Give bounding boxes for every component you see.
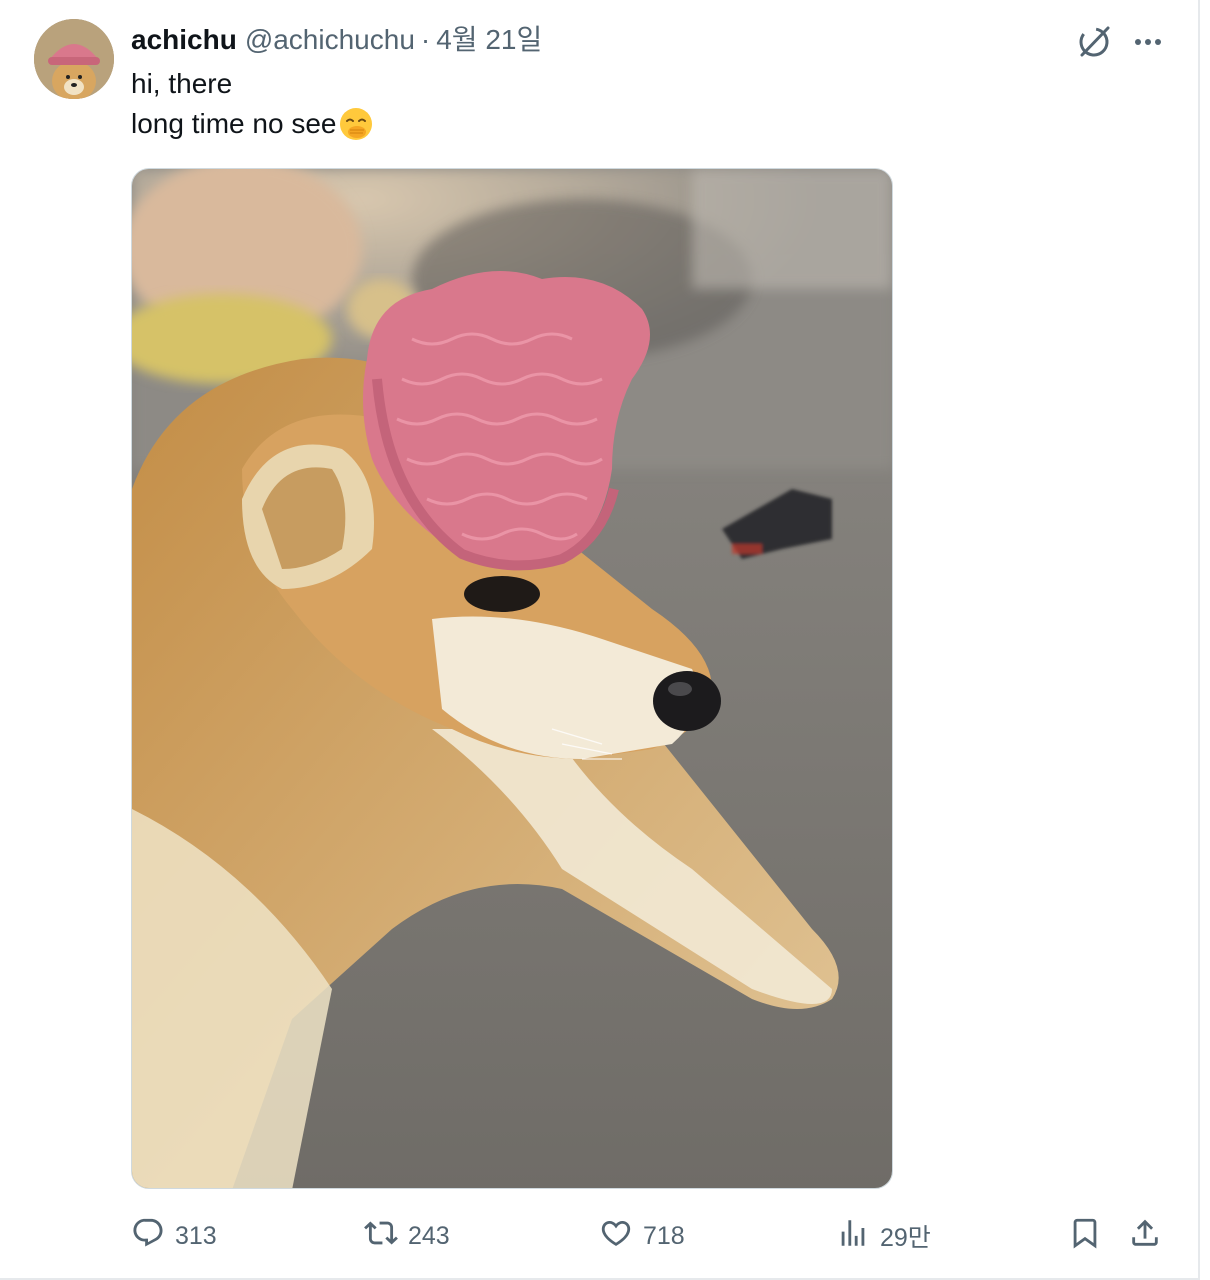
like-button[interactable]: 718 (599, 1216, 685, 1256)
share-button[interactable] (1128, 1216, 1162, 1256)
post-card[interactable]: achichu @achichuchu · 4월 21일 hi, there l… (0, 0, 1200, 1280)
header-separator: · (420, 24, 431, 55)
bookmark-button[interactable] (1068, 1216, 1102, 1256)
repost-button[interactable]: 243 (364, 1216, 450, 1256)
more-icon[interactable] (1128, 22, 1168, 62)
post-header: achichu @achichuchu · 4월 21일 (131, 22, 542, 58)
post-text-line-2: long time no see (131, 106, 374, 142)
repost-icon (364, 1216, 398, 1257)
views-button[interactable]: 29만 (836, 1216, 931, 1256)
share-icon (1128, 1216, 1162, 1257)
reply-count: 313 (175, 1221, 217, 1250)
dog-photo-image (132, 169, 892, 1188)
reply-icon (131, 1216, 165, 1257)
author-display-name[interactable]: achichu (131, 22, 237, 58)
reply-button[interactable]: 313 (131, 1216, 217, 1256)
post-date[interactable]: 4월 21일 (436, 22, 542, 58)
grok-icon[interactable] (1074, 22, 1114, 62)
author-avatar[interactable] (34, 19, 114, 99)
post-text-line-1: hi, there (131, 68, 233, 99)
post-text-line-2-label: long time no see (131, 108, 337, 139)
like-icon (599, 1216, 633, 1257)
avatar-image (34, 19, 114, 99)
bookmark-icon (1068, 1216, 1102, 1257)
views-count: 29만 (880, 1224, 931, 1252)
post-media-photo[interactable] (131, 168, 893, 1189)
author-handle[interactable]: @achichuchu (245, 22, 415, 58)
face-with-hand-over-mouth-emoji-icon (338, 106, 374, 142)
repost-count: 243 (408, 1221, 450, 1250)
views-icon (836, 1216, 870, 1257)
like-count: 718 (643, 1221, 685, 1250)
